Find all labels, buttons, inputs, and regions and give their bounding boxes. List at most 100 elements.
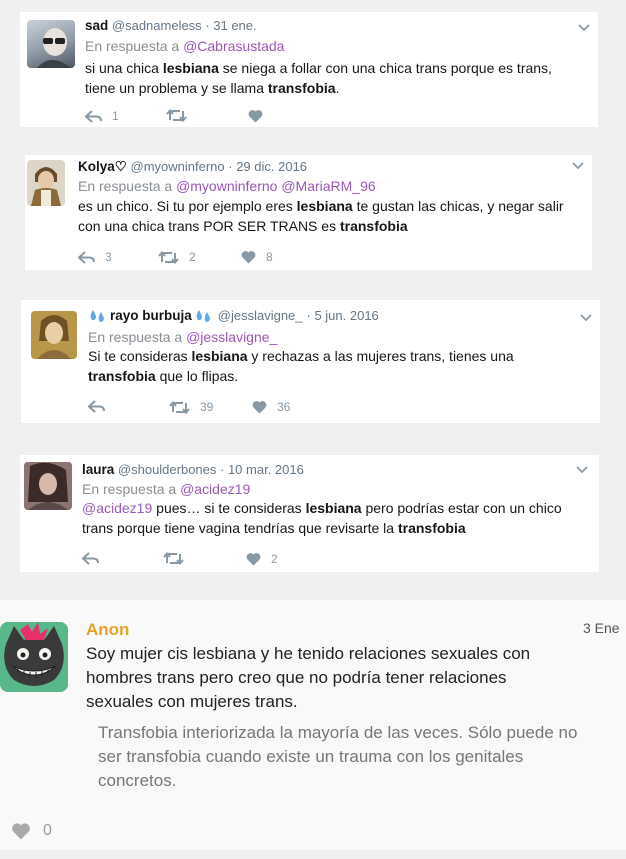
reply-icon	[85, 109, 102, 123]
cheshire-cat-avatar-icon	[0, 622, 68, 692]
author-handle[interactable]: @shoulderbones	[118, 462, 216, 477]
avatar[interactable]	[27, 160, 65, 206]
avatar-image	[31, 167, 61, 206]
like-button[interactable]: 36	[252, 400, 290, 414]
tweet-header: rayo burbuja @jesslavigne_ · 5 jun. 2016	[88, 308, 379, 323]
avatar[interactable]	[0, 622, 68, 692]
retweet-button[interactable]: 39	[169, 400, 213, 414]
avatar-image	[24, 462, 72, 510]
reply-count: 1	[112, 109, 119, 123]
post-text-line: sexuales con mujeres trans.	[86, 692, 298, 711]
tweet-text: Si te consideras lesbiana y rechazas a l…	[88, 346, 593, 386]
reply-button[interactable]	[88, 400, 115, 413]
tweet-card[interactable]: laura @shoulderbones · 10 mar. 2016 En r…	[20, 455, 599, 572]
reply-prefix: En respuesta a	[85, 38, 180, 54]
text-segment: .	[335, 80, 340, 96]
text-segment: pero podrías estar con un chico	[361, 500, 562, 516]
text-segment: si una chica	[85, 60, 163, 76]
highlight-term: transfobia	[339, 218, 408, 234]
retweet-button[interactable]	[166, 109, 197, 122]
like-button[interactable]: 0	[11, 822, 52, 840]
chevron-down-icon[interactable]	[578, 24, 590, 32]
reply-button[interactable]	[82, 552, 109, 565]
author-handle[interactable]: @jesslavigne_	[218, 308, 303, 323]
text-segment: pues… si te consideras	[152, 500, 306, 516]
author-handle[interactable]: @sadnameless	[112, 18, 202, 33]
heart-icon	[246, 553, 261, 566]
retweet-icon	[169, 400, 190, 414]
like-count: 2	[271, 552, 278, 566]
avatar-image	[37, 28, 71, 68]
retweet-icon	[163, 552, 184, 565]
tweet-header: Kolya♡ @myowninferno · 29 dic. 2016	[78, 159, 307, 175]
mention-link[interactable]: @acidez19	[82, 500, 152, 516]
tweet-card[interactable]: sad @sadnameless · 31 ene. En respuesta …	[20, 12, 598, 127]
reply-icon	[88, 400, 105, 413]
tweet-header: sad @sadnameless · 31 ene.	[85, 18, 257, 33]
retweet-count: 2	[189, 250, 196, 264]
reply-button[interactable]: 3	[78, 250, 112, 264]
chevron-down-icon[interactable]	[580, 314, 592, 322]
text-segment: tiene un problema y se llama	[85, 80, 268, 96]
reply-context: En respuesta a @acidez19	[82, 481, 250, 497]
text-segment: trans porque tiene vagina tendrías que r…	[82, 520, 398, 536]
text-segment: Si te consideras	[88, 348, 192, 364]
reply-to-link[interactable]: @Cabrasustada	[183, 38, 284, 54]
avatar[interactable]	[31, 311, 77, 359]
reply-text-line: Transfobia interiorizada la mayoría de l…	[98, 723, 578, 742]
highlight-term: lesbiana	[305, 500, 362, 516]
reply-button[interactable]: 1	[85, 109, 119, 123]
highlight-term: lesbiana	[162, 60, 219, 76]
heart-icon	[248, 110, 263, 123]
anon-author-name[interactable]: Anon	[86, 620, 129, 640]
tweet-text: @acidez19 pues… si te consideras lesbian…	[82, 498, 592, 538]
tweet-date[interactable]: · 5 jun. 2016	[307, 308, 379, 323]
like-button[interactable]: 2	[246, 552, 278, 566]
reply-icon	[78, 250, 95, 264]
reply-text-line: ser transfobia cuando existe un trauma c…	[98, 747, 524, 766]
tweet-card[interactable]: rayo burbuja @jesslavigne_ · 5 jun. 2016…	[21, 300, 600, 423]
chevron-down-icon[interactable]	[572, 162, 584, 170]
highlight-term: transfobia	[397, 520, 466, 536]
post-text-line: hombres trans pero creo que no podría te…	[86, 668, 507, 687]
reply-icon	[82, 552, 99, 565]
reply-prefix: En respuesta a	[78, 178, 173, 194]
like-button[interactable]: 8	[241, 250, 273, 264]
text-segment: se niega a follar con una chica trans po…	[218, 60, 552, 76]
heart-icon	[241, 251, 256, 264]
reply-to-link[interactable]: @acidez19	[180, 481, 250, 497]
author-handle[interactable]: @myowninferno	[131, 159, 225, 174]
post-date: 3 Ene	[583, 620, 620, 636]
avatar[interactable]	[24, 462, 72, 510]
reply-prefix: En respuesta a	[82, 481, 177, 497]
text-segment: te gustan las chicas, y negar salir	[352, 198, 564, 214]
sweat-droplets-icon	[90, 309, 104, 322]
tweet-date[interactable]: · 29 dic. 2016	[228, 159, 307, 174]
reply-text-line: concretos.	[98, 771, 177, 790]
tweet-text: si una chica lesbiana se niega a follar …	[85, 58, 590, 98]
chevron-down-icon[interactable]	[576, 466, 588, 474]
author-name[interactable]: laura	[82, 462, 114, 477]
author-name[interactable]: sad	[85, 18, 108, 33]
heart-icon	[252, 401, 267, 414]
text-segment: que lo flipas.	[155, 368, 239, 384]
reply-to-link[interactable]: @jesslavigne_	[186, 329, 277, 345]
post-text: Soy mujer cis lesbiana y he tenido relac…	[86, 642, 611, 714]
reply-context: En respuesta a @myowninferno @MariaRM_96	[78, 178, 376, 194]
text-segment: es un chico. Si tu por ejemplo eres	[78, 198, 297, 214]
author-name[interactable]: rayo burbuja	[110, 308, 192, 323]
anon-post-card[interactable]: Anon 3 Ene Soy mujer cis lesbiana y he t…	[0, 600, 626, 850]
tweet-date[interactable]: · 10 mar. 2016	[220, 462, 304, 477]
author-name[interactable]: Kolya♡	[78, 159, 127, 174]
tweet-date[interactable]: · 31 ene.	[205, 18, 256, 33]
retweet-count: 39	[200, 400, 214, 414]
like-button[interactable]	[248, 109, 273, 123]
heart-icon	[12, 823, 30, 840]
post-text-line: Soy mujer cis lesbiana y he tenido relac…	[86, 644, 531, 663]
avatar[interactable]	[27, 20, 75, 68]
retweet-button[interactable]	[163, 552, 194, 565]
avatar-image	[31, 311, 77, 359]
tweet-card[interactable]: Kolya♡ @myowninferno · 29 dic. 2016 En r…	[25, 155, 592, 270]
retweet-button[interactable]: 2	[158, 250, 196, 264]
reply-to-link[interactable]: @myowninferno @MariaRM_96	[176, 178, 376, 194]
